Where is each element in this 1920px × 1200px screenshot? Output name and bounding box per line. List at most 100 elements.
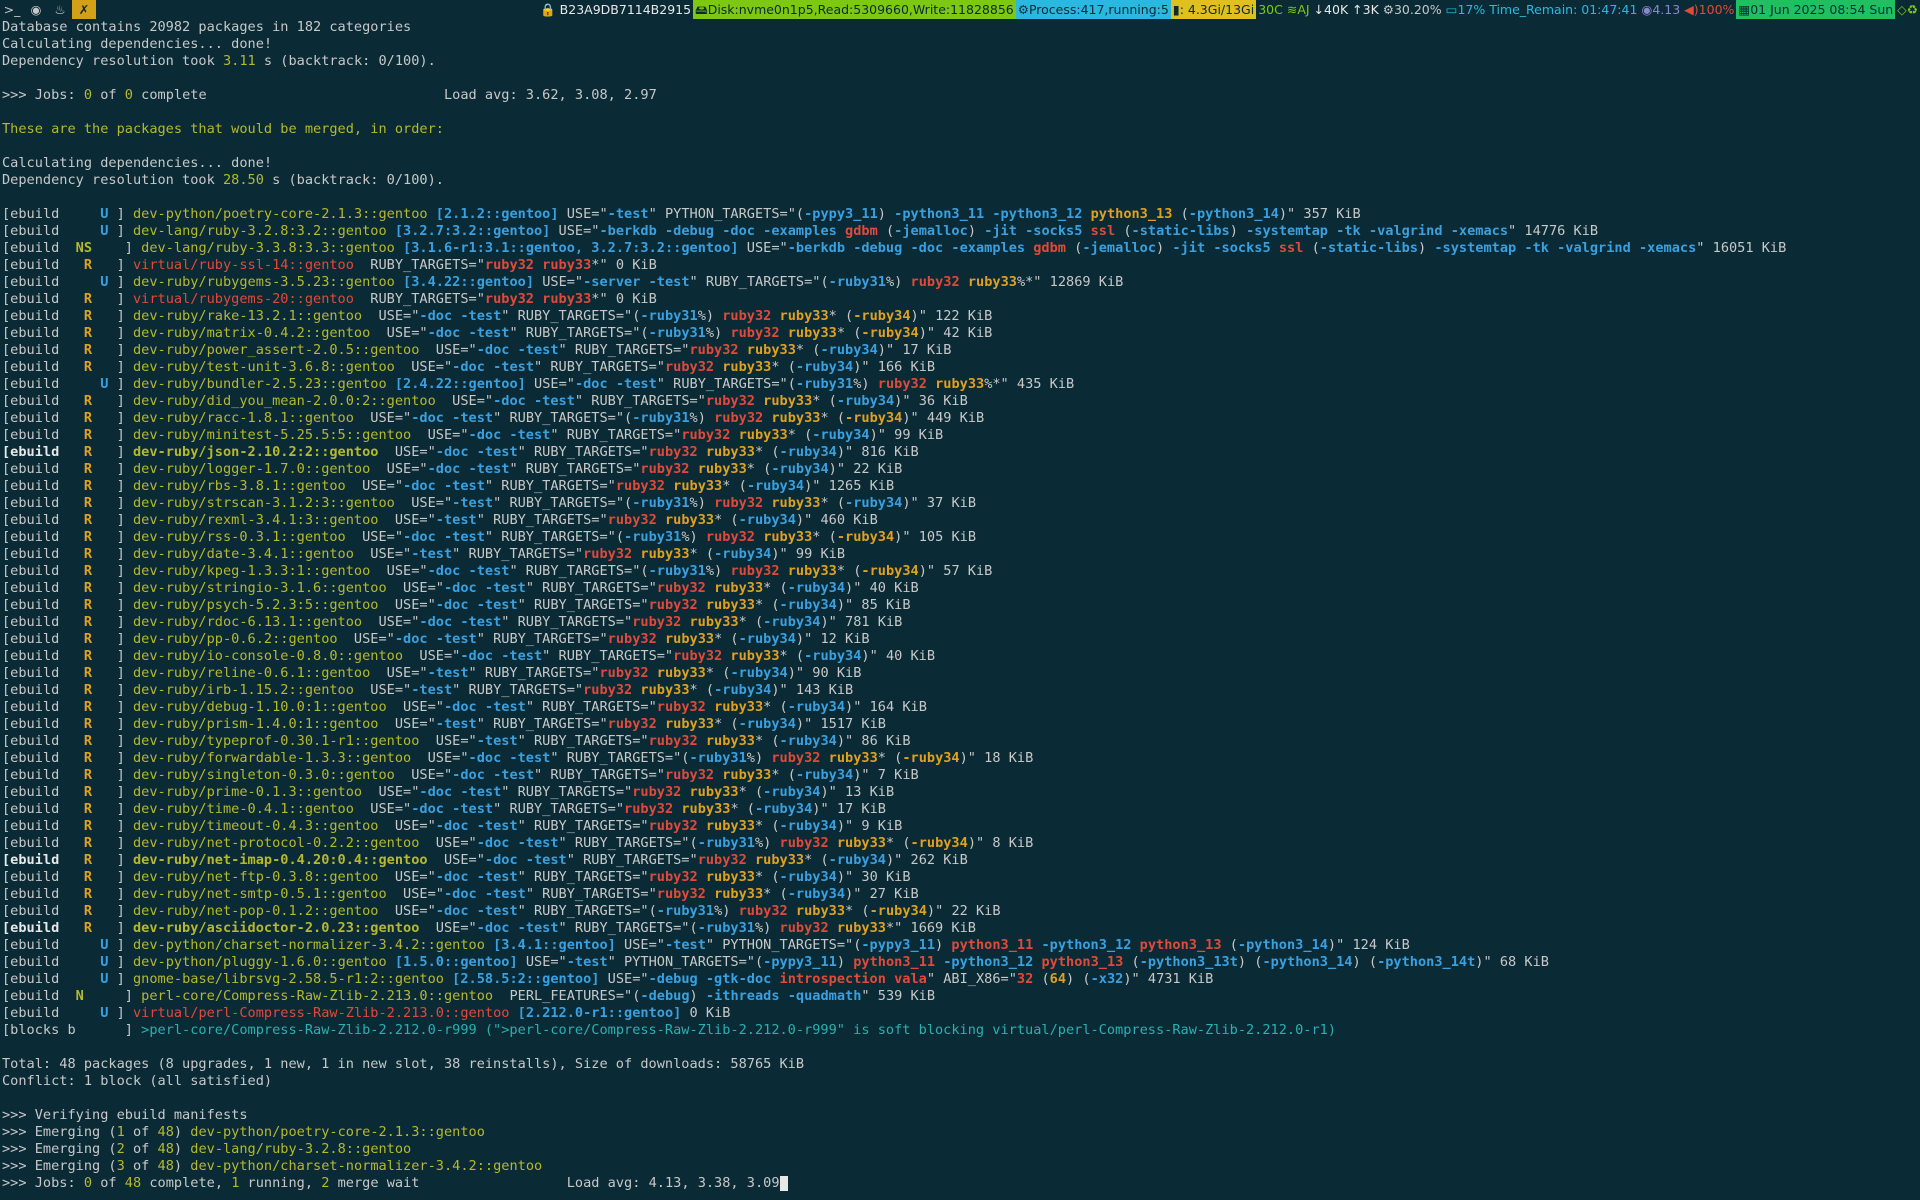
terminal-text: ) (173, 1124, 191, 1140)
terminal-text: -ruby34 (820, 342, 878, 358)
terminal-line: [ebuild NS ] dev-lang/ruby-3.3.8:3.3::ge… (2, 240, 1916, 257)
terminal-text: 48 (157, 1124, 174, 1140)
terminal-text: ( (1221, 937, 1238, 953)
terminal-text: USE=" (615, 937, 665, 953)
terminal-text: ruby32 (583, 546, 633, 562)
terminal-text: [3.4.22::gentoo] (394, 274, 535, 290)
terminal-text: [2.58.5:2::gentoo] (443, 971, 600, 987)
terminal-text: * ( (714, 716, 739, 732)
terminal-text: -python3_14 (1188, 206, 1279, 222)
terminal-text: ruby32 (673, 648, 723, 664)
terminal-text: ruby32 (615, 478, 665, 494)
terminal-text: dev-ruby/did_you_mean-2.0.0:2::gentoo (132, 393, 436, 409)
terminal-text: USE=" (427, 852, 485, 868)
terminal-text: 48 (157, 1141, 174, 1157)
terminal-text: -test (476, 733, 518, 749)
terminal-text: ] (92, 733, 133, 749)
terminal-text: -ruby31 (689, 750, 747, 766)
terminal-text: dev-ruby/bundler-2.5.23::gentoo (132, 376, 387, 392)
terminal-text: " RUBY_TARGETS="( (509, 563, 649, 579)
terminal-text: )" 99 KiB (869, 427, 944, 443)
terminal-text: ruby33 (935, 376, 985, 392)
terminal-text: ] (108, 1005, 133, 1021)
terminal-text: " RUBY_TARGETS="( (517, 903, 657, 919)
terminal-text: >>> Verifying ebuild manifests (2, 1107, 248, 1123)
terminal-line: [ebuild R ] dev-ruby/net-pop-0.1.2::gent… (2, 903, 1916, 920)
terminal-text: -ruby34 (795, 767, 854, 783)
terminal-text: R (83, 410, 93, 426)
terminal-text: >perl-core/Compress-Raw-Zlib-2.212.0-r99… (141, 1022, 1337, 1038)
terminal-text: 32 (1016, 971, 1034, 987)
terminal-text: USE=" (394, 359, 453, 375)
terminal-text: ruby32 (624, 801, 674, 817)
terminal-text: dev-ruby/time-0.4.1::gentoo (132, 801, 354, 817)
terminal-text: ruby32 (771, 750, 821, 766)
terminal-text: ruby33 (763, 529, 813, 545)
terminal-line: [ebuild R ] dev-ruby/forwardable-1.3.3::… (2, 750, 1916, 767)
terminal-text: USE=" (394, 767, 453, 783)
terminal-text: ) (935, 937, 952, 953)
terminal-text: * ( (689, 546, 715, 562)
terminal-text: ruby33 (795, 903, 846, 919)
terminal-text: * ( (804, 852, 829, 868)
terminal-text: ruby33 (681, 801, 731, 817)
volume-status: ◀)100% (1684, 2, 1735, 17)
terminal-text: R (83, 886, 93, 902)
terminal-line: [ebuild U ] dev-ruby/rubygems-3.5.23::ge… (2, 274, 1916, 291)
terminal-text: " RUBY_TARGETS=" (558, 342, 690, 358)
terminal-line: [ebuild R ] dev-ruby/minitest-5.25.5:5::… (2, 427, 1916, 444)
terminal-text: USE=" (411, 427, 469, 443)
terminal-text: " RUBY_TARGETS=" (476, 512, 608, 528)
terminal-line: [ebuild R ] dev-ruby/irb-1.15.2::gentoo … (2, 682, 1916, 699)
terminal-text: dev-ruby/rubygems-3.5.23::gentoo (132, 274, 395, 290)
terminal-text: )" 90 KiB (787, 665, 862, 681)
terminal-text: * ( (705, 665, 731, 681)
terminal-text: dev-ruby/pp-0.6.2::gentoo (132, 631, 338, 647)
terminal-text: USE=" (378, 818, 436, 834)
terminal-text: ruby33 (705, 869, 755, 885)
terminal-text: ruby33 (722, 767, 772, 783)
terminal-text: USE=" (345, 529, 404, 545)
terminal-icon[interactable]: >_ (0, 0, 24, 19)
terminal-text: ruby32 (664, 359, 715, 375)
terminal-text: * ( (763, 580, 788, 596)
terminal-text: R (83, 597, 93, 613)
terminal-text: ruby32 (877, 376, 927, 392)
terminal-text: * ( (754, 869, 780, 885)
terminal-text: [ebuild (2, 699, 84, 715)
terminal-cursor (779, 1175, 788, 1191)
terminal-text: ruby32 (648, 869, 698, 885)
terminal-text: " RUBY_TARGETS=" (501, 614, 633, 630)
terminal-text: [ebuild (2, 478, 84, 494)
terminal-text: -doc -test (427, 325, 510, 341)
terminal-text: R (83, 818, 93, 834)
tools-icon[interactable]: ✗ (72, 0, 96, 19)
terminal-line: These are the packages that would be mer… (2, 121, 1916, 138)
terminal-text: ruby32 (681, 427, 731, 443)
terminal-text: R (83, 325, 93, 341)
terminal-text: USE=" (411, 750, 469, 766)
terminal-text: -ruby34 (845, 495, 903, 511)
terminal-text: -doc -test (443, 580, 526, 596)
terminal-text: dev-ruby/prime-0.1.3::gentoo (132, 784, 363, 800)
terminal-text: -test (664, 937, 706, 953)
terminal-text: ruby33 (689, 784, 739, 800)
terminal-text: )" 166 KiB (853, 359, 936, 375)
terminal-text: USE=" (353, 546, 412, 562)
terminal-line: [ebuild R ] dev-ruby/asciidoctor-2.0.23:… (2, 920, 1916, 937)
terminal-text: [ebuild (2, 903, 84, 919)
terminal-text: [ebuild (2, 291, 84, 307)
circle-icon[interactable]: ◉ (24, 0, 48, 19)
terminal-text: 64 (1049, 971, 1067, 987)
flame-icon[interactable]: ♨ (48, 0, 72, 19)
terminal-text: ruby32 (632, 784, 682, 800)
terminal-line: [ebuild R ] dev-ruby/io-console-0.8.0::g… (2, 648, 1916, 665)
terminal-text: ] (92, 444, 133, 460)
terminal-text: [3.4.1::gentoo] (484, 937, 616, 953)
terminal-output[interactable]: Database contains 20982 packages in 182 … (2, 19, 1916, 1200)
